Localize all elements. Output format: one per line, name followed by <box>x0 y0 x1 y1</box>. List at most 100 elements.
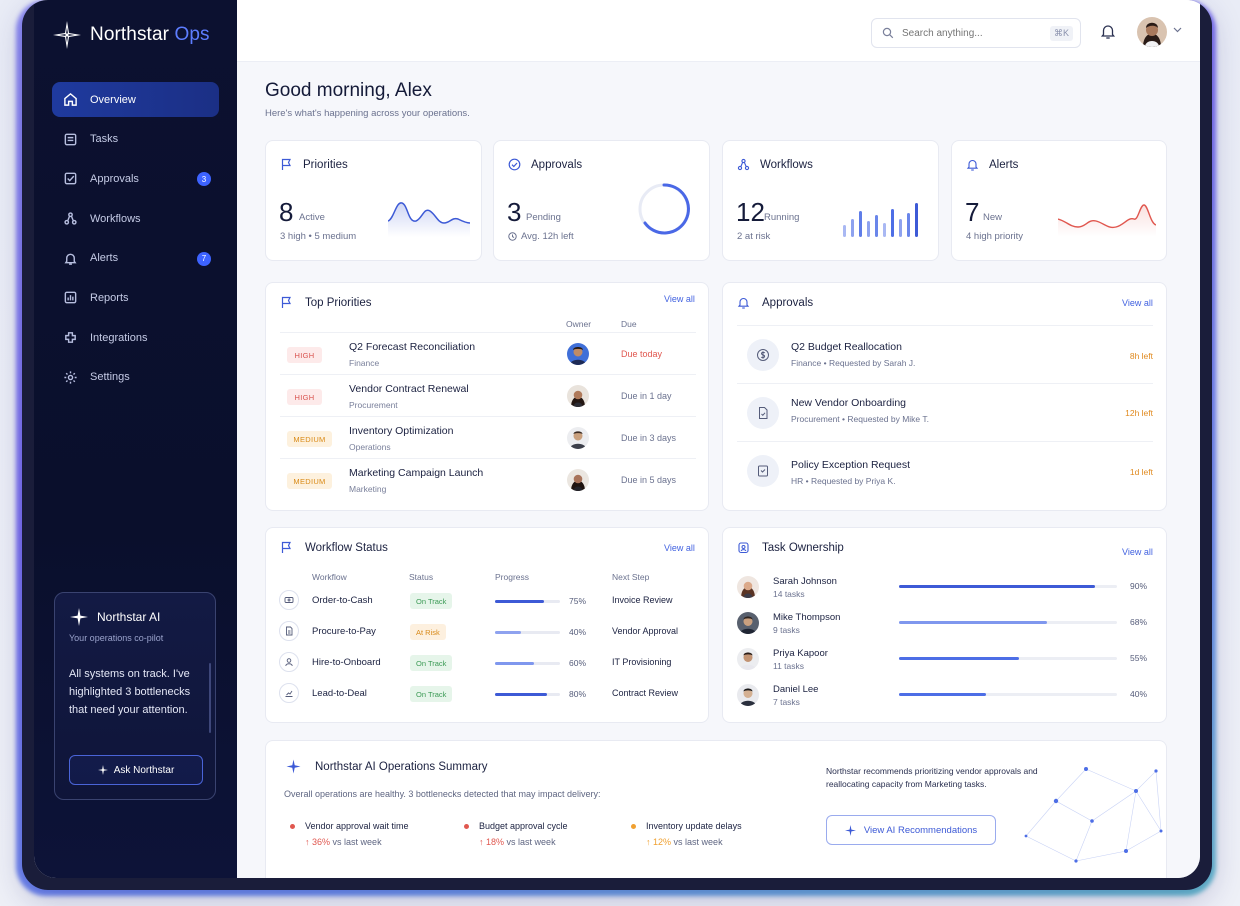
flag-icon <box>281 541 291 553</box>
table-row[interactable]: HIGH Q2 Forecast Reconciliation Finance … <box>280 332 696 374</box>
table-row[interactable]: Lead-to-Deal On Track 80% Contract Revie… <box>278 678 698 709</box>
user-avatar[interactable] <box>1137 17 1167 47</box>
workflow-status-panel: Workflow Status View all Workflow Status… <box>265 527 709 723</box>
app-logo[interactable]: Northstar Ops <box>52 20 210 50</box>
table-row[interactable]: Order-to-Cash On Track 75% Invoice Revie… <box>278 585 698 616</box>
priorities-view-all-link[interactable]: View all <box>664 294 695 304</box>
workflows-bar-sparkline <box>843 203 918 237</box>
view-ai-recommendations-button[interactable]: View AI Recommendations <box>826 815 996 845</box>
flag-icon <box>281 296 291 308</box>
search-input[interactable] <box>902 27 1042 39</box>
workflow-name: Hire-to-Onboard <box>312 657 381 668</box>
sidebar-item-alerts[interactable]: Alerts 7 <box>52 241 219 276</box>
stat-title: Priorities <box>303 158 348 171</box>
workflow-view-all-link[interactable]: View all <box>664 543 695 553</box>
ownership-view-all-link[interactable]: View all <box>1122 547 1153 557</box>
table-row[interactable]: Hire-to-Onboard On Track 60% IT Provisio… <box>278 647 698 678</box>
ownership-percent: 40% <box>1129 689 1147 699</box>
home-icon <box>64 92 77 106</box>
approval-name: Q2 Budget Reallocation <box>791 341 902 353</box>
sidebar-item-reports[interactable]: Reports <box>52 280 219 315</box>
list-item[interactable]: Daniel Lee 7 tasks 40% <box>737 678 1155 714</box>
owner-avatar[interactable] <box>567 385 589 407</box>
progress-percent: 75% <box>569 596 587 606</box>
sparkle-icon <box>70 608 88 626</box>
owner-task-count: 11 tasks <box>773 661 805 671</box>
table-row[interactable]: HIGH Vendor Contract Renewal Procurement… <box>280 374 696 416</box>
progress-bar <box>495 631 560 634</box>
alerts-count-badge: 7 <box>197 251 211 266</box>
app-window: Northstar Ops Overview Tasks Approvals 3 <box>34 0 1200 878</box>
app-name: Northstar Ops <box>90 24 210 45</box>
table-row[interactable]: MEDIUM Marketing Campaign Launch Marketi… <box>280 458 696 500</box>
user-avatar <box>737 684 759 706</box>
stat-card-alerts[interactable]: Alerts 7 New 4 high priority <box>951 140 1167 261</box>
stat-meta: 3 high • 5 medium <box>280 231 357 242</box>
sidebar-item-tasks[interactable]: Tasks <box>52 122 219 157</box>
summary-title: Northstar AI Operations Summary <box>315 760 488 773</box>
search-box[interactable]: ⌘K <box>871 18 1081 48</box>
panel-title: Task Ownership <box>762 541 844 554</box>
status-badge: On Track <box>410 593 453 609</box>
tasks-icon <box>64 133 77 146</box>
progress-percent: 80% <box>569 689 587 699</box>
progress-percent: 60% <box>569 658 587 668</box>
approval-name: Policy Exception Request <box>791 459 911 471</box>
sidebar-item-approvals[interactable]: Approvals 3 <box>52 161 219 196</box>
approval-meta: Procurement • Requested by Mike T. <box>791 414 929 424</box>
task-name: Vendor Contract Renewal <box>349 383 469 395</box>
next-step: Contract Review <box>612 688 679 698</box>
approvals-bell-icon <box>737 297 750 309</box>
ownership-percent: 90% <box>1129 581 1147 591</box>
sidebar-item-integrations[interactable]: Integrations <box>52 320 219 355</box>
sidebar-item-settings[interactable]: Settings <box>52 360 219 395</box>
list-item[interactable]: Policy Exception Request HR • Requested … <box>737 441 1153 499</box>
approval-meta: Finance • Requested by Sarah J. <box>791 358 916 368</box>
document-icon <box>747 397 779 429</box>
owner-avatar[interactable] <box>567 427 589 449</box>
owner-task-count: 9 tasks <box>773 625 800 635</box>
stat-unit: Active <box>299 212 325 223</box>
approvals-view-all-link[interactable]: View all <box>1122 298 1153 308</box>
user-avatar <box>737 576 759 598</box>
notification-bell-icon[interactable] <box>1099 22 1117 40</box>
status-badge: On Track <box>410 686 453 702</box>
gear-icon <box>64 371 77 384</box>
list-item[interactable]: Sarah Johnson 14 tasks 90% <box>737 570 1155 606</box>
bullet-dot <box>464 824 469 829</box>
list-item[interactable]: Mike Thompson 9 tasks 68% <box>737 606 1155 642</box>
ask-northstar-button[interactable]: Ask Northstar <box>69 755 203 785</box>
stat-card-priorities[interactable]: Priorities 8 Active 3 high • 5 medium <box>265 140 482 261</box>
id-badge-icon <box>738 542 749 554</box>
sidebar-item-label: Reports <box>90 291 129 304</box>
status-column-header: Status <box>409 572 434 582</box>
stat-card-workflows[interactable]: Workflows 12 Running 2 at risk <box>722 140 939 261</box>
table-row[interactable]: Procure-to-Pay At Risk 40% Vendor Approv… <box>278 616 698 647</box>
list-item[interactable]: Q2 Budget Reallocation Finance • Request… <box>737 325 1153 383</box>
owner-avatar[interactable] <box>567 469 589 491</box>
owner-avatar[interactable] <box>567 343 589 365</box>
ai-card-message: All systems on track. I've highlighted 3… <box>69 668 191 716</box>
stat-card-approvals[interactable]: Approvals 3 Pending Avg. 12h left <box>493 140 710 261</box>
owner-name: Priya Kapoor <box>773 648 828 659</box>
progress-bar <box>495 662 560 665</box>
ai-card-scrollbar[interactable] <box>209 663 211 733</box>
workflow-name: Lead-to-Deal <box>312 688 367 699</box>
chevron-down-icon[interactable] <box>1173 27 1182 33</box>
search-icon <box>882 27 894 39</box>
due-date: Due in 3 days <box>621 433 677 443</box>
sidebar-item-overview[interactable]: Overview <box>52 82 219 117</box>
list-item[interactable]: Priya Kapoor 11 tasks 55% <box>737 642 1155 678</box>
owner-name: Sarah Johnson <box>773 576 837 587</box>
approval-meta: HR • Requested by Priya K. <box>791 476 896 486</box>
progress-fill <box>495 631 521 634</box>
list-item[interactable]: New Vendor Onboarding Procurement • Requ… <box>737 383 1153 441</box>
ai-copilot-card: Northstar AI Your operations co-pilot Al… <box>54 592 216 800</box>
owner-name: Daniel Lee <box>773 684 819 695</box>
top-bar: ⌘K <box>237 0 1200 62</box>
task-name: Q2 Forecast Reconciliation <box>349 341 476 353</box>
ownership-bar <box>899 657 1117 660</box>
table-row[interactable]: MEDIUM Inventory Optimization Operations… <box>280 416 696 458</box>
approval-name: New Vendor Onboarding <box>791 397 906 409</box>
sidebar-item-workflows[interactable]: Workflows <box>52 201 219 236</box>
